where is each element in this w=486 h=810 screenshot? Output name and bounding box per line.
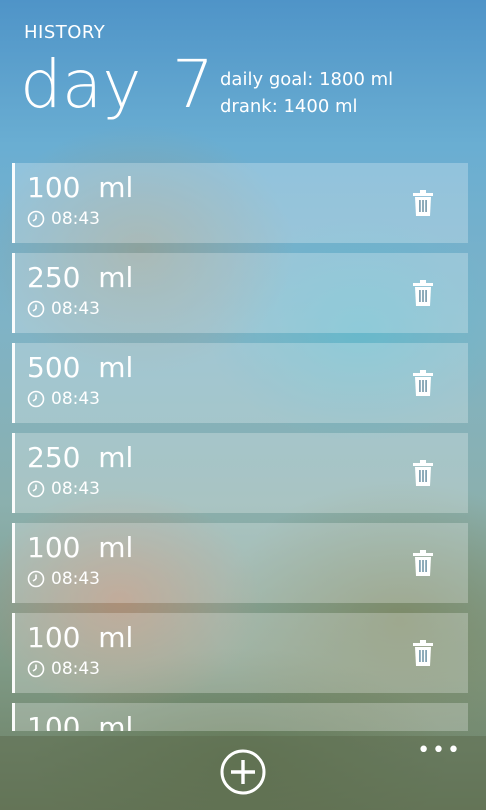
entry-time-row: 08:43 [27,389,100,409]
list-item[interactable]: 100 ml [12,703,468,731]
list-item[interactable]: 100 ml 08:43 [12,523,468,603]
entry-time: 08:43 [51,659,100,679]
entry-amount: 100 ml [27,531,134,564]
entry-time-row: 08:43 [27,659,100,679]
entry-amount: 100 ml [27,171,134,204]
trash-icon[interactable] [412,460,434,486]
day-label: day [20,46,142,123]
trash-icon[interactable] [412,550,434,576]
entry-time-row: 08:43 [27,209,100,229]
list-item[interactable]: 100 ml 08:43 [12,163,468,243]
daily-stats: daily goal: 1800 ml drank: 1400 ml [220,66,393,120]
list-item[interactable]: 100 ml 08:43 [12,613,468,693]
list-item[interactable]: 250 ml 08:43 [12,433,468,513]
page-title: HISTORY [24,22,106,43]
clock-icon [27,390,45,408]
history-list: 100 ml 08:43 250 ml 08:43 500 ml 08:43 2… [12,163,468,741]
trash-icon[interactable] [412,190,434,216]
drank-text: drank: 1400 ml [220,96,358,117]
list-item[interactable]: 500 ml 08:43 [12,343,468,423]
trash-icon[interactable] [412,280,434,306]
app-bar: ••• [0,736,486,810]
list-item[interactable]: 250 ml 08:43 [12,253,468,333]
clock-icon [27,300,45,318]
entry-time: 08:43 [51,479,100,499]
entry-amount: 250 ml [27,261,134,294]
entry-amount: 250 ml [27,441,134,474]
entry-time-row: 08:43 [27,479,100,499]
entry-time-row: 08:43 [27,569,100,589]
trash-icon[interactable] [412,640,434,666]
entry-amount: 500 ml [27,351,134,384]
entry-time-row: 08:43 [27,299,100,319]
more-options-button[interactable]: ••• [417,740,462,762]
clock-icon [27,570,45,588]
entry-amount: 100 ml [27,621,134,654]
entry-time: 08:43 [51,299,100,319]
entry-time: 08:43 [51,569,100,589]
clock-icon [27,660,45,678]
entry-time: 08:43 [51,389,100,409]
clock-icon [27,480,45,498]
daily-goal-text: daily goal: 1800 ml [220,69,394,90]
trash-icon[interactable] [412,370,434,396]
day-number: 7 [172,46,214,123]
clock-icon [27,210,45,228]
entry-amount: 100 ml [27,711,134,731]
add-circle-icon[interactable] [219,748,267,796]
entry-time: 08:43 [51,209,100,229]
history-screen: HISTORY day 7 daily goal: 1800 ml drank:… [0,0,486,810]
